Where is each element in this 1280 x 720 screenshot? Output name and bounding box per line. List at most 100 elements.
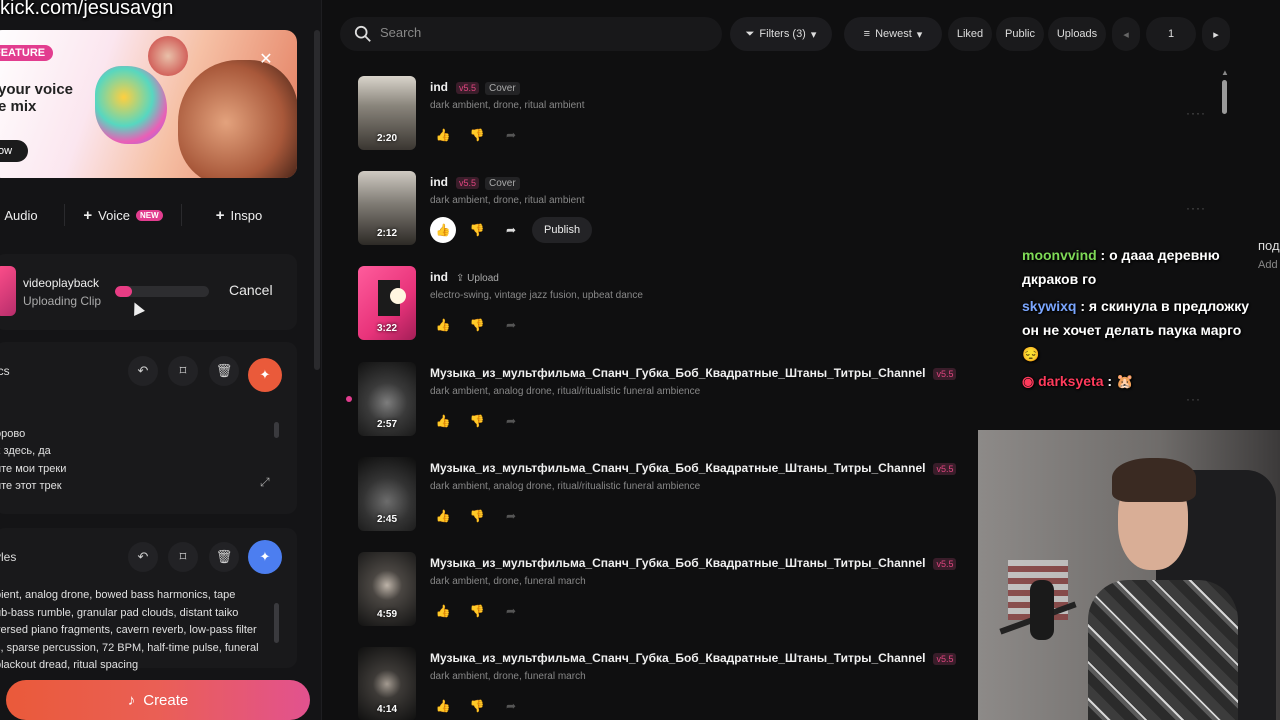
stream-watermark: kick.com/jesusavgn [0, 0, 174, 19]
add-audio-button[interactable]: Audio [0, 197, 42, 233]
scroll-up-icon[interactable]: ▲ [1221, 68, 1229, 77]
thumbs-up-icon[interactable]: 👍 [430, 122, 456, 148]
share-icon[interactable]: ➦ [498, 598, 524, 624]
add-inspo-button[interactable]: + Inspo [182, 197, 296, 233]
track-title[interactable]: ind v5.5 Cover [430, 175, 520, 190]
next-page-icon[interactable]: ▸ [1202, 17, 1230, 51]
track-duration: 4:59 [376, 609, 397, 620]
uploads-filter-button[interactable]: Uploads [1048, 17, 1106, 51]
list-scrollbar[interactable] [1222, 80, 1227, 114]
list-item[interactable]: 3:22 ind ⇪ Upload electro-swing, vintage … [358, 266, 968, 340]
lyrics-text[interactable]: ] орово х здесь, да йте мои треки йте эт… [0, 408, 275, 496]
chat-username: moonvvind [1022, 247, 1097, 263]
version-badge: v5.5 [933, 652, 957, 665]
share-icon[interactable]: ➦ [498, 312, 524, 338]
bookmark-icon[interactable]: ⌑ [168, 542, 198, 572]
chat-message: ◉ darksyeta : 🐹 [1022, 369, 1262, 393]
thumbs-up-icon[interactable]: 👍 [430, 408, 456, 434]
track-actions: 👍 👎 ➦ [430, 503, 532, 529]
expand-icon[interactable]: ⤢ [260, 475, 274, 489]
more-options-icon[interactable]: ··· [1186, 201, 1201, 215]
magic-wand-icon[interactable]: ✦ [248, 540, 282, 574]
thumbs-down-icon[interactable]: 👎 [464, 693, 490, 719]
styles-line: blackout dread, ritual spacing [0, 659, 139, 671]
sort-button[interactable]: ≡ Newest ▾ [844, 17, 942, 51]
share-icon[interactable]: ➦ [498, 693, 524, 719]
search-icon [354, 25, 371, 42]
track-title[interactable]: Музыка_из_мультфильма_Спанч_Губка_Боб_Кв… [430, 461, 957, 475]
list-item[interactable]: 2:45 Музыка_из_мультфильма_Спанч_Губка_Б… [358, 457, 968, 531]
styles-line: ub-bass rumble, granular pad clouds, dis… [0, 606, 239, 619]
thumbs-down-icon[interactable]: 👎 [464, 217, 490, 243]
prev-page-icon[interactable]: ◂ [1112, 17, 1140, 51]
add-voice-button[interactable]: + Voice NEW [65, 197, 181, 233]
liked-filter-button[interactable]: Liked [948, 17, 992, 51]
trash-icon[interactable]: 🗑 [209, 356, 239, 386]
version-badge: v5.5 [933, 557, 957, 570]
thumbs-down-icon[interactable]: 👎 [464, 312, 490, 338]
track-title-text: Музыка_из_мультфильма_Спанч_Губка_Боб_Кв… [430, 366, 926, 380]
chat-username: skywixq [1022, 298, 1077, 314]
track-title[interactable]: ind ⇪ Upload [430, 270, 499, 284]
track-cover-image[interactable]: 4:59 [358, 552, 416, 626]
music-note-icon: ♪ [127, 691, 136, 709]
page-number[interactable]: 1 [1146, 17, 1196, 51]
undo-icon[interactable]: ↶ [128, 356, 158, 386]
banner-cta-button[interactable]: ow [0, 140, 29, 162]
track-cover-image[interactable]: 2:12 [358, 171, 416, 245]
cancel-upload-button[interactable]: Cancel [229, 282, 273, 298]
share-icon[interactable]: ➦ [498, 408, 524, 434]
track-title[interactable]: Музыка_из_мультфильма_Спанч_Губка_Боб_Кв… [430, 366, 957, 380]
thumbs-down-icon[interactable]: 👎 [464, 598, 490, 624]
track-title[interactable]: Музыка_из_мультфильма_Спанч_Губка_Боб_Кв… [430, 651, 957, 665]
create-button[interactable]: ♪ Create [6, 680, 310, 720]
list-item[interactable]: 2:57 Музыка_из_мультфильма_Спанч_Губка_Б… [358, 362, 968, 436]
track-cover-image[interactable]: 3:22 [358, 266, 416, 340]
undo-icon[interactable]: ↶ [128, 542, 158, 572]
thumbs-up-icon[interactable]: 👍 [430, 503, 456, 529]
version-badge: v5.5 [933, 367, 957, 380]
thumbs-up-icon[interactable]: 👍 [430, 217, 456, 243]
track-cover-image[interactable]: 2:57 [358, 362, 416, 436]
panel-scrollbar[interactable] [314, 30, 320, 370]
chat-username: darksyeta [1038, 373, 1104, 389]
thumbs-up-icon[interactable]: 👍 [430, 598, 456, 624]
share-icon[interactable]: ➦ [498, 217, 524, 243]
search-input[interactable] [380, 25, 700, 40]
track-tags: dark ambient, drone, funeral march [430, 671, 586, 682]
track-cover-image[interactable]: 2:20 [358, 76, 416, 150]
lyrics-scrollbar[interactable] [274, 422, 279, 438]
publish-button[interactable]: Publish [532, 217, 593, 243]
close-icon[interactable]: ✕ [258, 52, 274, 68]
thumbs-down-icon[interactable]: 👎 [464, 503, 490, 529]
styles-scrollbar[interactable] [274, 603, 279, 643]
thumbs-down-icon[interactable]: 👎 [464, 122, 490, 148]
filters-button[interactable]: ⏷ Filters (3) ▾ [730, 17, 832, 51]
thumbs-down-icon[interactable]: 👎 [464, 408, 490, 434]
track-cover-image[interactable]: 2:45 [358, 457, 416, 531]
list-item[interactable]: 2:12 ind v5.5 Cover dark ambient, drone, r… [358, 171, 1205, 245]
track-cover-image[interactable]: 4:14 [358, 647, 416, 720]
feature-banner[interactable]: FEATURE your voice e mix ow ✕ [0, 30, 297, 178]
magic-wand-icon[interactable]: ✦ [248, 358, 282, 392]
chat-message: skywixq : я скинула в предложку он не хо… [1022, 294, 1262, 366]
share-icon[interactable]: ➦ [498, 503, 524, 529]
track-title[interactable]: Музыка_из_мультфильма_Спанч_Губка_Боб_Кв… [430, 556, 957, 570]
styles-text[interactable]: bient, analog drone, bowed bass harmonic… [0, 587, 275, 675]
thumbs-up-icon[interactable]: 👍 [430, 693, 456, 719]
list-item[interactable]: 4:59 Музыка_из_мультфильма_Спанч_Губка_Б… [358, 552, 968, 626]
search-box[interactable] [340, 17, 722, 51]
list-item[interactable]: 2:20 ind v5.5 Cover dark ambient, drone, r… [358, 76, 1205, 150]
track-title[interactable]: ind v5.5 Cover [430, 80, 520, 95]
more-options-icon[interactable]: ··· [1186, 106, 1201, 120]
bookmark-icon[interactable]: ⌑ [168, 356, 198, 386]
list-item[interactable]: 4:14 Музыка_из_мультфильма_Спанч_Губка_Б… [358, 647, 968, 720]
track-tags: dark ambient, analog drone, ritual/ritua… [430, 481, 701, 492]
lyrics-line: ] [0, 408, 275, 426]
public-filter-button[interactable]: Public [996, 17, 1044, 51]
track-title-text: Музыка_из_мультфильма_Спанч_Губка_Боб_Кв… [430, 651, 926, 665]
thumbs-up-icon[interactable]: 👍 [430, 312, 456, 338]
trash-icon[interactable]: 🗑 [209, 542, 239, 572]
clipped-text: под [1258, 238, 1280, 253]
share-icon[interactable]: ➦ [498, 122, 524, 148]
